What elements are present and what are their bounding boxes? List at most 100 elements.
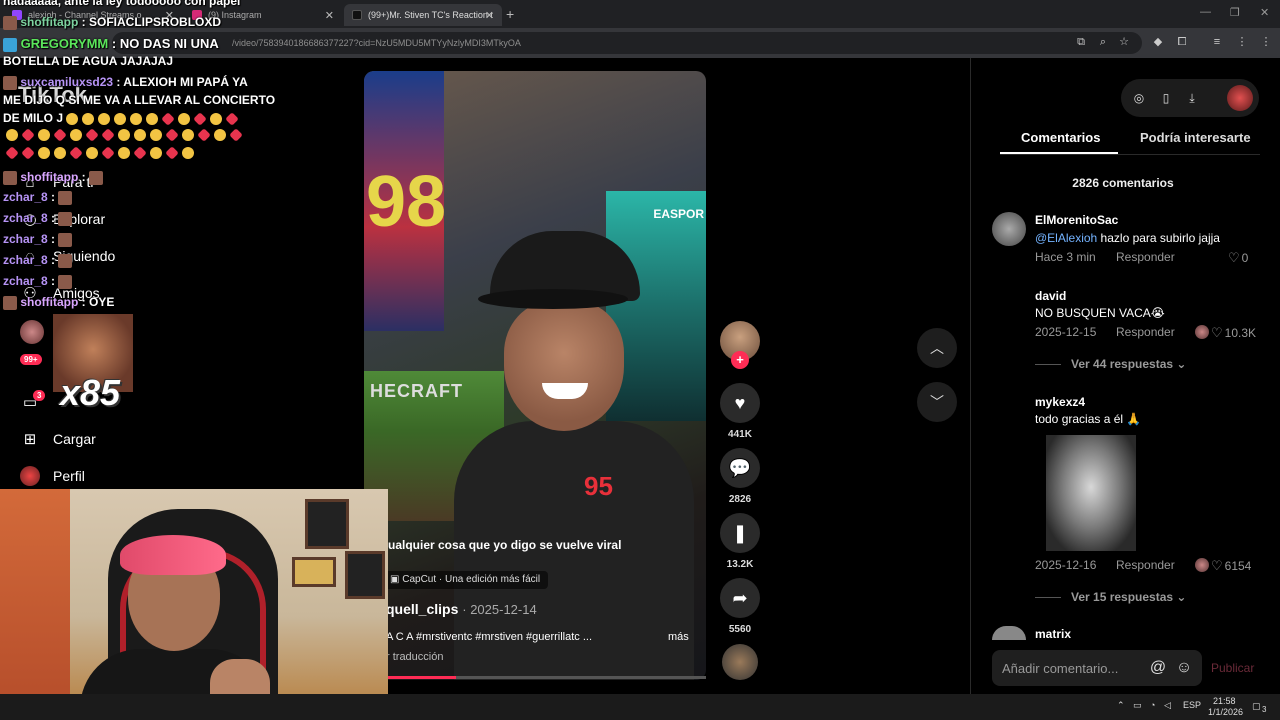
reply-button[interactable]: Responder	[1116, 558, 1175, 572]
author-date-sep: ·	[462, 602, 471, 617]
like-count: 441K	[728, 429, 752, 440]
nav-perfil[interactable]: Perfil	[20, 466, 85, 486]
video-progress[interactable]	[364, 676, 706, 679]
heart-emoji-icon	[101, 128, 115, 142]
browser-tab-tiktok[interactable]: (99+)Mr. Stiven TC's Reaction t ✕	[344, 4, 502, 26]
emoji-row	[6, 128, 246, 142]
comment-like[interactable]: ♡ 0	[1228, 250, 1248, 266]
publish-button[interactable]: Publicar	[1211, 661, 1254, 675]
clock-time[interactable]: 21:58	[1213, 696, 1236, 706]
download-icon[interactable]: ⤓	[1184, 90, 1200, 106]
heart-icon: ♥	[720, 383, 760, 423]
activity-badge: 99+	[20, 354, 42, 365]
emoji-icon[interactable]: ☺	[1174, 658, 1194, 678]
reading-list-icon[interactable]: ≡	[1209, 34, 1225, 50]
comment-count-action: 2826	[728, 494, 752, 505]
poster-text: 98	[366, 162, 447, 242]
cast-icon[interactable]: ⧉	[1073, 34, 1089, 50]
view-replies-label: Ver 44 respuestas	[1071, 357, 1174, 371]
tab-podria-interesarte[interactable]: Podría interesarte	[1140, 130, 1251, 145]
heart-emoji-icon	[193, 112, 208, 126]
reply-button[interactable]: Responder	[1116, 325, 1175, 339]
chat-username: zchar_8	[3, 190, 48, 204]
mention-icon[interactable]: @	[1148, 658, 1168, 678]
puzzle-icon[interactable]: ⧠	[1174, 34, 1190, 50]
avatar[interactable]	[992, 212, 1026, 246]
chat-message: zchar_8 :	[3, 253, 73, 268]
next-video-button[interactable]: ﹀	[917, 382, 957, 422]
share-button[interactable]: ➦ 5560	[720, 578, 760, 635]
video-author[interactable]: quell_clips · 2025-12-14	[386, 601, 537, 617]
phone-icon[interactable]: ▯	[1158, 90, 1174, 106]
poster-image: 98	[364, 71, 447, 331]
comment-like[interactable]: ♡ 10.3K	[1211, 325, 1256, 341]
heart-emoji-icon	[161, 112, 176, 126]
zoom-icon[interactable]: ⌕	[1095, 34, 1111, 50]
heart-emoji-icon	[197, 128, 211, 142]
comment-icon: 💬	[720, 448, 760, 488]
new-tab-button[interactable]: +	[506, 6, 514, 22]
mention-link[interactable]: @ElAlexioh	[1035, 231, 1097, 245]
menu-dots-icon[interactable]: ⋮	[1234, 34, 1250, 50]
music-disc[interactable]	[722, 644, 758, 680]
comment-user[interactable]: matrix	[1035, 627, 1071, 641]
comment-user[interactable]: ElMorenitoSac	[1035, 213, 1118, 227]
nav-cargar[interactable]: ⊞ Cargar	[20, 429, 96, 449]
comment-input[interactable]	[1002, 658, 1142, 678]
save-button[interactable]: ❚ 13.2K	[720, 513, 760, 570]
crying-emoji-icon	[214, 129, 226, 142]
chat-username: GREGORYMM	[20, 36, 109, 51]
nav-label: Perfil	[53, 468, 85, 484]
minimize-icon[interactable]: —	[1200, 6, 1211, 18]
network-icon[interactable]: ▭	[1133, 700, 1142, 711]
comment-user[interactable]: david	[1035, 289, 1066, 303]
emote-icon	[58, 274, 73, 289]
follow-plus-icon[interactable]: +	[731, 351, 749, 369]
close-icon[interactable]: ✕	[325, 9, 334, 22]
close-window-icon[interactable]: ✕	[1260, 6, 1269, 19]
url-field[interactable]: /video/7583940186686377227?cid=NzU5MDU5M…	[112, 32, 1142, 54]
chevron-down-icon: ﹀	[930, 394, 944, 410]
more-link[interactable]: más	[668, 631, 689, 643]
bookmark-star-icon[interactable]: ☆	[1116, 34, 1132, 50]
chat-text: DE MILO J	[3, 111, 64, 125]
translate-link[interactable]: r traducción	[386, 651, 443, 663]
like-button[interactable]: ♥ 441K	[720, 383, 760, 440]
maximize-icon[interactable]: ❐	[1230, 6, 1240, 19]
compass-icon[interactable]: ◎	[1131, 90, 1147, 106]
clock-date[interactable]: 1/1/2026	[1208, 707, 1243, 717]
view-replies[interactable]: Ver 44 respuestas ⌄	[1035, 357, 1186, 371]
wifi-icon[interactable]: ◔	[1150, 700, 1155, 710]
extension-icon[interactable]: ◆	[1150, 34, 1166, 50]
view-replies[interactable]: Ver 15 respuestas ⌄	[1035, 590, 1186, 604]
notification-icon[interactable]: ▢	[1252, 701, 1261, 712]
reply-button[interactable]: Responder	[1116, 250, 1175, 264]
language-indicator[interactable]: ESP	[1183, 700, 1201, 710]
tray-chevron-icon[interactable]: ⌃	[1117, 700, 1125, 711]
tab-comentarios[interactable]: Comentarios	[1021, 130, 1100, 145]
comment-body: hazlo para subirlo jajja	[1097, 231, 1220, 245]
chevron-down-icon: ⌄	[1176, 357, 1187, 371]
chat-message: ME DIJO Q SI ME VA A LLEVAR AL CONCIERTO	[3, 93, 275, 107]
comment-image[interactable]	[1046, 435, 1136, 551]
panel-divider	[970, 58, 971, 694]
volume-icon[interactable]: ◁	[1164, 700, 1171, 711]
heart-emoji-icon	[85, 128, 99, 142]
capcut-tag[interactable]: ▣ CapCut · Una edición más fácil	[382, 571, 549, 589]
kebab-icon[interactable]: ⋮	[1258, 34, 1274, 50]
nav-profile-pic[interactable]	[20, 320, 57, 344]
crying-emoji-icon	[182, 147, 194, 160]
comment-like[interactable]: ♡ 6154	[1211, 558, 1251, 574]
comment-user[interactable]: mykexz4	[1035, 395, 1085, 409]
sub-badge-icon	[3, 295, 17, 310]
video-date: 2025-12-14	[470, 602, 537, 617]
comment-button[interactable]: 💬 2826	[720, 448, 760, 505]
avatar[interactable]	[1227, 85, 1253, 111]
emote-icon	[89, 170, 104, 185]
capcut-label: CapCut · Una edición más fácil	[402, 574, 541, 585]
previous-video-button[interactable]: ︿	[917, 328, 957, 368]
poster-text: HECRAFT	[370, 381, 463, 401]
heart-icon: ♡	[1211, 325, 1223, 340]
close-icon[interactable]: ✕	[485, 9, 494, 22]
windows-taskbar	[0, 694, 1280, 720]
